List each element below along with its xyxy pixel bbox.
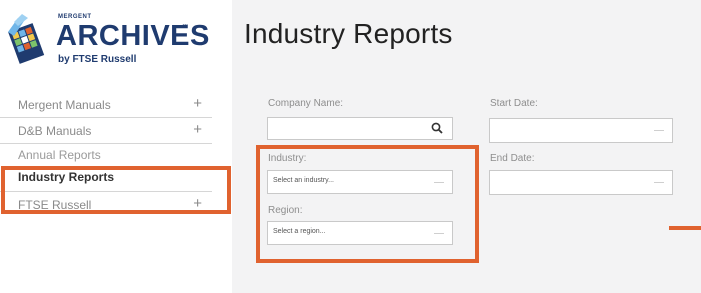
company-name-label: Company Name: [268,98,344,109]
calendar-icon[interactable] [654,182,664,183]
sidebar-item-mergent-manuals[interactable]: Mergent Manuals + [0,92,212,118]
start-date-label: Start Date: [490,98,538,109]
company-name-input[interactable] [267,117,453,140]
sidebar-item-label: Mergent Manuals [18,97,111,112]
calendar-icon[interactable] [654,130,664,131]
sidebar-item-label: D&B Manuals [18,123,92,138]
end-date-input[interactable] [489,170,673,195]
expand-plus-icon[interactable]: + [193,122,202,138]
highlight-box-sidebar [1,166,231,214]
mergent-archives-logo[interactable]: MERGENT ARCHIVES ™ by FTSE Russell [6,10,209,76]
start-date-input[interactable] [489,118,673,143]
expand-plus-icon[interactable]: + [193,96,202,112]
end-date-label: End Date: [490,153,535,164]
page-title: Industry Reports [244,18,453,49]
highlight-pointer-line [669,226,701,230]
page: MERGENT ARCHIVES ™ by FTSE Russell Merge… [0,0,701,293]
archives-logo-icon [8,14,45,64]
sidebar-item-annual-reports[interactable]: Annual Reports [0,144,212,162]
sidebar-item-db-manuals[interactable]: D&B Manuals + [0,118,212,144]
sidebar-item-label: Annual Reports [18,148,101,162]
highlight-box-filters [256,145,479,263]
search-icon[interactable] [431,122,443,134]
logo-trademark: ™ [182,24,188,30]
logo-byline: by FTSE Russell [58,54,137,65]
